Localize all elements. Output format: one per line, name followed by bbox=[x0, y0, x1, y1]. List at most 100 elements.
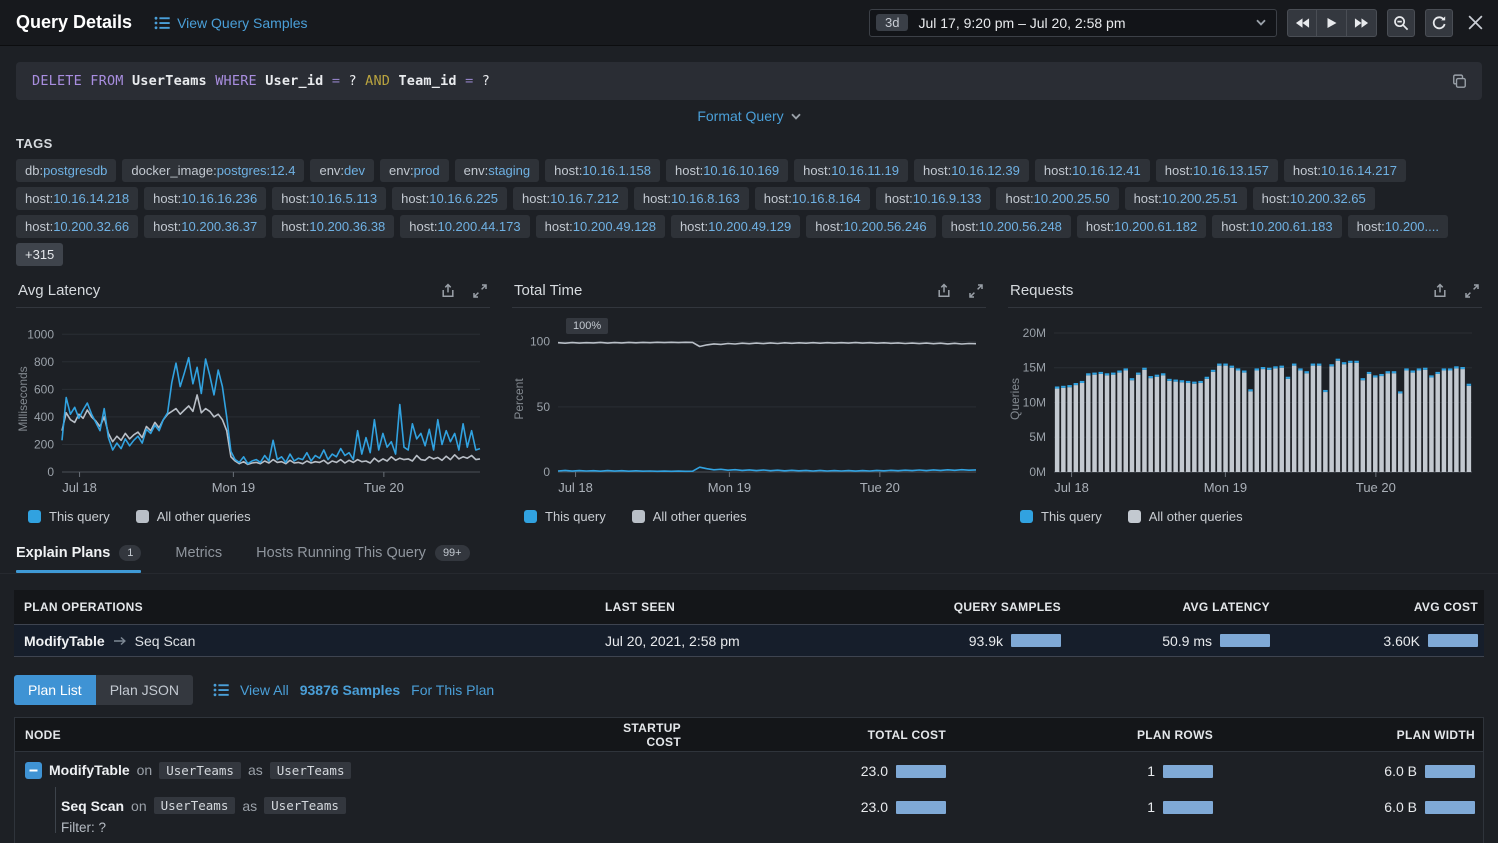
svg-text:600: 600 bbox=[34, 382, 54, 396]
svg-text:20M: 20M bbox=[1023, 326, 1046, 340]
svg-text:800: 800 bbox=[34, 355, 54, 369]
tag-chip[interactable]: host:10.16.13.157 bbox=[1156, 159, 1278, 182]
arrow-right-icon bbox=[113, 636, 127, 646]
tab-hosts-running-this-query[interactable]: Hosts Running This Query99+ bbox=[256, 536, 469, 573]
tab-badge: 99+ bbox=[435, 545, 470, 561]
chart-legend: This query All other queries bbox=[1008, 505, 1482, 524]
tag-chip[interactable]: host:10.16.1.158 bbox=[545, 159, 660, 182]
svg-text:0: 0 bbox=[47, 465, 54, 479]
tags-list: db:postgresdb docker_image:postgres:12.4 e… bbox=[16, 159, 1482, 266]
tag-chip[interactable]: host:10.16.14.218 bbox=[16, 187, 138, 210]
tag-chip[interactable]: host:10.16.7.212 bbox=[513, 187, 628, 210]
time-backward-button[interactable] bbox=[1287, 9, 1317, 37]
legend-label: This query bbox=[545, 509, 606, 524]
view-query-samples-link[interactable]: View Query Samples bbox=[154, 15, 307, 31]
time-range-selector[interactable]: 3d Jul 17, 9:20 pm – Jul 20, 2:58 pm bbox=[869, 9, 1277, 37]
tag-chip[interactable]: host:10.200.61.182 bbox=[1077, 215, 1206, 238]
plan-operation-from: ModifyTable bbox=[24, 633, 105, 649]
tag-chip[interactable]: host:10.16.10.169 bbox=[666, 159, 788, 182]
tag-chip[interactable]: host:10.16.12.41 bbox=[1035, 159, 1150, 182]
legend-item[interactable]: All other queries bbox=[632, 509, 747, 524]
zoom-out-button[interactable] bbox=[1387, 9, 1415, 37]
tag-chip[interactable]: host:10.200.44.173 bbox=[400, 215, 529, 238]
tag-chip[interactable]: env:prod bbox=[380, 159, 449, 182]
tags-more-badge[interactable]: +315 bbox=[16, 243, 63, 266]
legend-item[interactable]: All other queries bbox=[1128, 509, 1243, 524]
tag-chip[interactable]: host:10.200.49.129 bbox=[671, 215, 800, 238]
legend-item[interactable]: This query bbox=[524, 509, 606, 524]
time-forward-button[interactable] bbox=[1347, 9, 1377, 37]
tab-metrics[interactable]: Metrics bbox=[175, 536, 222, 573]
plan-json-button[interactable]: Plan JSON bbox=[96, 675, 193, 705]
legend-item[interactable]: All other queries bbox=[136, 509, 251, 524]
node-table-header: NODE STARTUP COST TOTAL COST PLAN ROWS P… bbox=[15, 718, 1483, 752]
tag-chip[interactable]: host:10.16.6.225 bbox=[392, 187, 507, 210]
export-icon[interactable] bbox=[1432, 283, 1448, 299]
view-all-samples-link[interactable]: View All 93876 Samples For This Plan bbox=[213, 682, 494, 698]
tag-chip[interactable]: host:10.200.49.128 bbox=[536, 215, 665, 238]
node-row-seqscan[interactable]: Seq Scan on UserTeams as UserTeams Filte… bbox=[15, 788, 1483, 843]
format-query-toggle[interactable]: Format Query bbox=[697, 108, 800, 124]
plan-operation-to: Seq Scan bbox=[135, 633, 196, 649]
plan-table-row[interactable]: ModifyTable Seq Scan Jul 20, 2021, 2:58 … bbox=[14, 624, 1484, 657]
chart-area: 050100Jul 18Mon 19Tue 20Percent100% bbox=[512, 312, 986, 505]
time-play-button[interactable] bbox=[1317, 9, 1347, 37]
tag-chip[interactable]: env:dev bbox=[310, 159, 374, 182]
export-icon[interactable] bbox=[440, 283, 456, 299]
svg-text:400: 400 bbox=[34, 410, 54, 424]
node-row-modifytable[interactable]: ModifyTable on UserTeams as UserTeams 23… bbox=[15, 752, 1483, 788]
query-details-panel: Query Details View Query Samples 3d Jul … bbox=[0, 0, 1498, 843]
tree-connector bbox=[55, 787, 56, 833]
tab-explain-plans[interactable]: Explain Plans1 bbox=[16, 536, 141, 573]
expand-icon[interactable] bbox=[1464, 283, 1480, 299]
tag-chip[interactable]: host:10.200.25.50 bbox=[996, 187, 1118, 210]
sql-query-block: DELETE FROM UserTeams WHERE User_id = ? … bbox=[16, 62, 1482, 100]
view-query-samples-label: View Query Samples bbox=[177, 15, 307, 31]
svg-text:50: 50 bbox=[537, 400, 551, 414]
tag-chip[interactable]: host:10.16.11.19 bbox=[794, 159, 908, 182]
refresh-button[interactable] bbox=[1425, 9, 1453, 37]
tag-chip[interactable]: env:staging bbox=[455, 159, 540, 182]
export-icon[interactable] bbox=[936, 283, 952, 299]
tag-chip[interactable]: host:10.200.36.38 bbox=[272, 215, 394, 238]
tag-chip[interactable]: host:10.16.9.133 bbox=[876, 187, 991, 210]
tag-chip[interactable]: docker_image:postgres:12.4 bbox=[122, 159, 304, 182]
expand-icon[interactable] bbox=[472, 283, 488, 299]
legend-item[interactable]: This query bbox=[28, 509, 110, 524]
close-button[interactable] bbox=[1467, 14, 1484, 31]
total-cost-value: 23.0 bbox=[861, 799, 888, 815]
tag-chip[interactable]: host:10.200.36.37 bbox=[144, 215, 266, 238]
plan-width-value: 6.0 B bbox=[1384, 763, 1417, 779]
tag-chip[interactable]: host:10.200.56.246 bbox=[806, 215, 935, 238]
node-as-label: as bbox=[248, 762, 263, 778]
svg-text:5M: 5M bbox=[1029, 430, 1046, 444]
col-header-total-cost: TOTAL COST bbox=[868, 728, 946, 742]
tag-chip[interactable]: host:10.200.32.66 bbox=[16, 215, 138, 238]
tag-chip[interactable]: host:10.200.... bbox=[1348, 215, 1448, 238]
chevron-down-icon bbox=[1256, 19, 1266, 26]
tag-chip[interactable]: host:10.200.32.65 bbox=[1253, 187, 1375, 210]
tag-chip[interactable]: host:10.200.61.183 bbox=[1212, 215, 1341, 238]
tag-chip[interactable]: host:10.16.16.236 bbox=[144, 187, 266, 210]
node-table-name: UserTeams bbox=[154, 797, 236, 814]
tag-chip[interactable]: host:10.16.12.39 bbox=[914, 159, 1029, 182]
tag-chip[interactable]: host:10.16.8.164 bbox=[755, 187, 870, 210]
tag-chip[interactable]: db:postgresdb bbox=[16, 159, 116, 182]
tag-chip[interactable]: host:10.200.56.248 bbox=[942, 215, 1071, 238]
svg-text:Tue 20: Tue 20 bbox=[1356, 480, 1396, 495]
plan-list-button[interactable]: Plan List bbox=[14, 675, 96, 705]
expand-icon[interactable] bbox=[968, 283, 984, 299]
legend-item[interactable]: This query bbox=[1020, 509, 1102, 524]
col-header-plan-width: PLAN WIDTH bbox=[1397, 728, 1475, 742]
tag-chip[interactable]: host:10.16.14.217 bbox=[1284, 159, 1406, 182]
col-header-node: NODE bbox=[25, 728, 591, 742]
collapse-icon[interactable] bbox=[25, 762, 42, 779]
avg-cost-bar bbox=[1428, 634, 1478, 647]
list-icon bbox=[154, 15, 170, 31]
copy-icon[interactable] bbox=[1451, 73, 1468, 90]
tag-chip[interactable]: host:10.200.25.51 bbox=[1125, 187, 1247, 210]
tag-chip[interactable]: host:10.16.5.113 bbox=[272, 187, 386, 210]
query-samples-bar bbox=[1011, 634, 1061, 647]
plan-rows-value: 1 bbox=[1147, 799, 1155, 815]
tag-chip[interactable]: host:10.16.8.163 bbox=[634, 187, 749, 210]
